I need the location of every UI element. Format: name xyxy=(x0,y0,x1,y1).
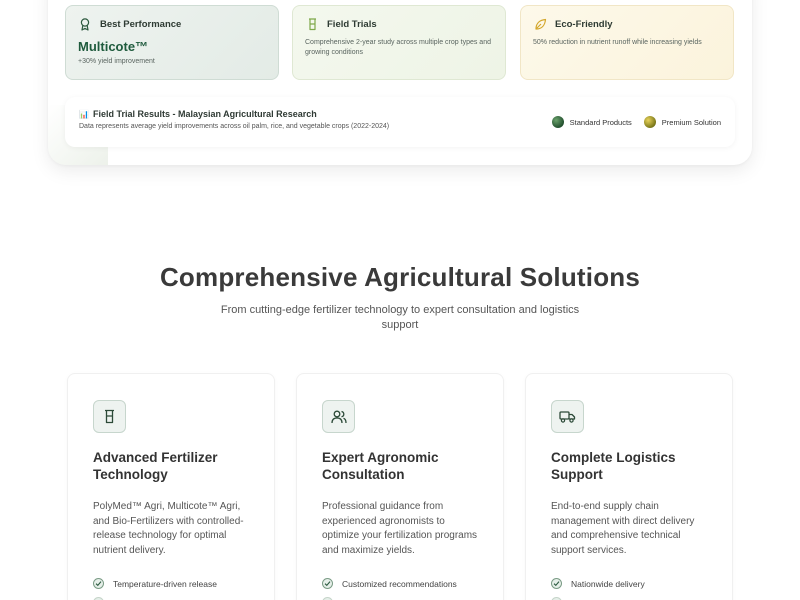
users-icon xyxy=(322,400,355,433)
section-subtitle: From cutting-edge fertilizer technology … xyxy=(220,304,580,331)
legend-standard: Standard Products xyxy=(551,116,632,128)
stat-description: Comprehensive 2-year study across multip… xyxy=(305,39,491,56)
truck-icon xyxy=(551,400,584,433)
stat-value: Multicote™ xyxy=(78,39,149,54)
feature-card-consultation: Expert Agronomic Consultation Profession… xyxy=(296,373,504,600)
stat-field-trials: Field Trials Comprehensive 2-year study … xyxy=(292,5,506,80)
legend-label: Premium Solution xyxy=(661,117,721,127)
bullet-text: Customized recommendations xyxy=(342,578,457,589)
check-circle-icon xyxy=(551,578,562,589)
legend-premium: Premium Solution xyxy=(643,116,721,128)
bullet-text: Nationwide delivery xyxy=(571,578,645,589)
feature-bullet: Customized recommendations xyxy=(322,578,457,589)
feature-card-fertilizer: Advanced Fertilizer Technology PolyMed™ … xyxy=(67,373,275,600)
feature-bullet: Temperature-driven release xyxy=(93,578,217,589)
feature-card-logistics: Complete Logistics Support End-to-end su… xyxy=(525,373,733,600)
legend-label: Standard Products xyxy=(569,117,632,127)
feature-bullet: Nationwide delivery xyxy=(551,578,645,589)
feature-title: Advanced Fertilizer Technology xyxy=(93,450,218,482)
stat-subtext: +30% yield improvement xyxy=(78,58,155,65)
feature-description: End-to-end supply chain management with … xyxy=(551,501,695,556)
stat-title: Field Trials xyxy=(327,18,377,30)
stat-eco-friendly: Eco-Friendly 50% reduction in nutrient r… xyxy=(520,5,734,80)
stat-best-performance: Best Performance Multicote™ +30% yield i… xyxy=(65,5,279,80)
feature-description: PolyMed™ Agri, Multicote™ Agri, and Bio-… xyxy=(93,501,244,556)
check-circle-icon xyxy=(322,578,333,589)
stat-title: Best Performance xyxy=(100,18,182,30)
feature-description: Professional guidance from experienced a… xyxy=(322,501,478,556)
bullet-text: Temperature-driven release xyxy=(113,578,217,589)
beaker-icon xyxy=(305,17,319,31)
feature-title: Expert Agronomic Consultation xyxy=(322,450,439,482)
legend-swatch-premium xyxy=(643,116,656,128)
check-circle-icon xyxy=(93,578,104,589)
section-title: Comprehensive Agricultural Solutions xyxy=(159,262,641,292)
award-icon xyxy=(78,17,92,31)
stat-title: Eco-Friendly xyxy=(555,18,613,30)
chart-icon: 📊 xyxy=(79,109,89,119)
field-trial-info: 📊 Field Trial Results - Malaysian Agricu… xyxy=(65,97,735,147)
leaf-icon xyxy=(533,17,547,31)
trial-subtitle: Data represents average yield improvemen… xyxy=(79,123,390,130)
legend-swatch-standard xyxy=(551,116,564,128)
beaker-icon xyxy=(93,400,126,433)
stat-description: 50% reduction in nutrient runoff while i… xyxy=(533,39,702,46)
chart-legend: Standard Products Premium Solution xyxy=(551,116,721,128)
feature-title: Complete Logistics Support xyxy=(551,450,676,482)
results-card: Best Performance Multicote™ +30% yield i… xyxy=(48,0,752,165)
trial-title: Field Trial Results - Malaysian Agricult… xyxy=(92,109,317,119)
